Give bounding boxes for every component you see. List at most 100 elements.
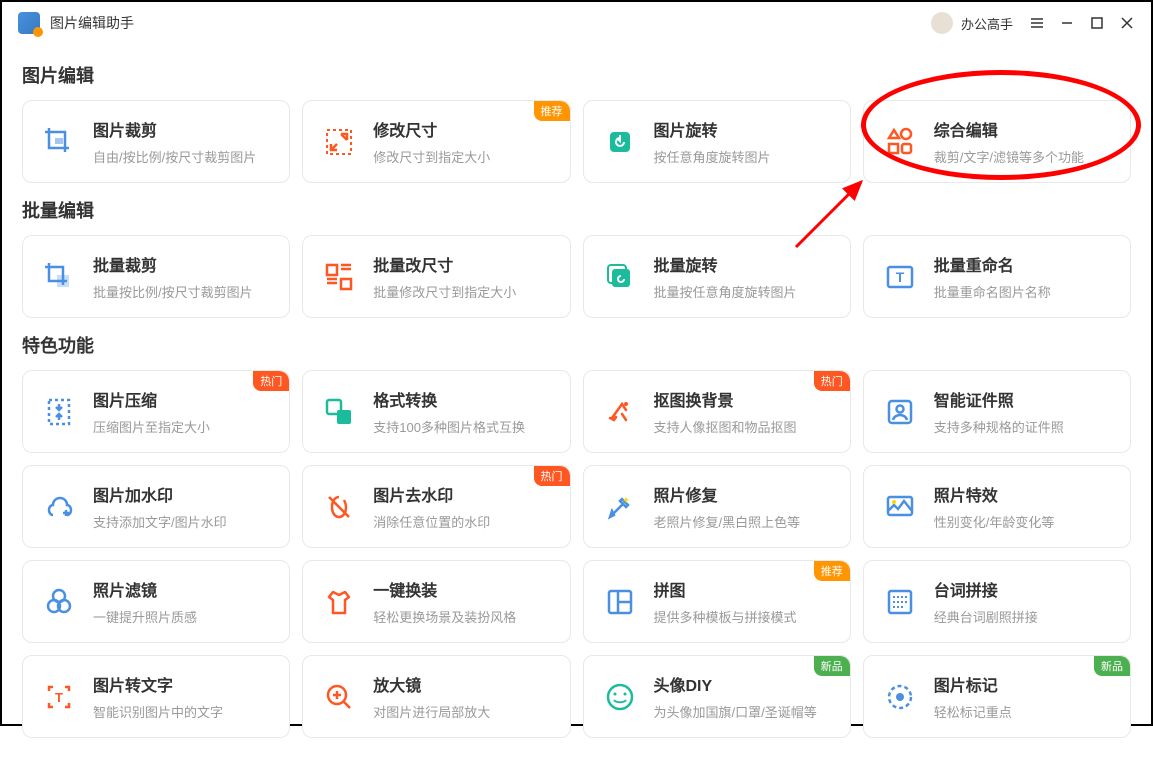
card-batch-crop[interactable]: 批量裁剪 批量按比例/按尺寸裁剪图片 — [22, 235, 290, 318]
card-title: 图片转文字 — [93, 672, 223, 696]
card-desc: 裁剪/文字/滤镜等多个功能 — [934, 147, 1084, 166]
card-title: 图片旋转 — [654, 117, 771, 141]
crop-icon — [41, 124, 77, 160]
card-desc: 老照片修复/黑白照上色等 — [654, 512, 801, 531]
card-title: 批量裁剪 — [93, 252, 253, 276]
user-section[interactable]: 办公高手 — [931, 12, 1013, 34]
close-button[interactable] — [1119, 15, 1135, 31]
badge-recommend: 推荐 — [534, 101, 570, 121]
card-title: 图片去水印 — [373, 482, 490, 506]
card-title: 批量改尺寸 — [373, 252, 516, 276]
card-dialogue[interactable]: 台词拼接 经典台词剧照拼接 — [863, 560, 1131, 643]
card-title: 修改尺寸 — [373, 117, 490, 141]
card-desc: 智能识别图片中的文字 — [93, 702, 223, 721]
card-desc: 性别变化/年龄变化等 — [934, 512, 1055, 531]
svg-text:T: T — [55, 690, 63, 705]
card-desc: 按任意角度旋转图片 — [654, 147, 771, 166]
card-title: 图片裁剪 — [93, 117, 256, 141]
card-comprehensive[interactable]: 综合编辑 裁剪/文字/滤镜等多个功能 — [863, 100, 1131, 183]
card-repair[interactable]: 照片修复 老照片修复/黑白照上色等 — [583, 465, 851, 548]
batch-crop-icon — [41, 259, 77, 295]
format-icon — [321, 394, 357, 430]
card-desc: 提供多种模板与拼接模式 — [654, 607, 797, 626]
card-add-watermark[interactable]: 图片加水印 支持添加文字/图片水印 — [22, 465, 290, 548]
menu-button[interactable] — [1029, 15, 1045, 31]
card-batch-rotate[interactable]: 批量旋转 批量按任意角度旋转图片 — [583, 235, 851, 318]
card-title: 照片修复 — [654, 482, 801, 506]
card-resize[interactable]: 推荐 修改尺寸 修改尺寸到指定大小 — [302, 100, 570, 183]
card-desc: 支持人像抠图和物品抠图 — [654, 417, 797, 436]
minimize-button[interactable] — [1059, 15, 1075, 31]
dialogue-icon — [882, 584, 918, 620]
username: 办公高手 — [961, 14, 1013, 33]
cutout-icon — [602, 394, 638, 430]
card-desc: 批量重命名图片名称 — [934, 282, 1051, 301]
card-desc: 批量按任意角度旋转图片 — [654, 282, 797, 301]
card-desc: 修改尺寸到指定大小 — [373, 147, 490, 166]
card-desc: 支持100多种图片格式互换 — [373, 417, 525, 436]
app-icon — [18, 12, 40, 34]
filter-icon — [41, 584, 77, 620]
card-crop[interactable]: 图片裁剪 自由/按比例/按尺寸裁剪图片 — [22, 100, 290, 183]
comprehensive-icon — [882, 124, 918, 160]
card-filter[interactable]: 照片滤镜 一键提升照片质感 — [22, 560, 290, 643]
card-desc: 经典台词剧照拼接 — [934, 607, 1038, 626]
card-title: 格式转换 — [373, 387, 525, 411]
batch-resize-icon — [321, 259, 357, 295]
card-title: 图片标记 — [934, 672, 1012, 696]
card-title: 智能证件照 — [934, 387, 1064, 411]
ocr-icon: T — [41, 679, 77, 715]
card-rotate[interactable]: 图片旋转 按任意角度旋转图片 — [583, 100, 851, 183]
card-desc: 轻松更换场景及装扮风格 — [373, 607, 516, 626]
card-title: 放大镜 — [373, 672, 490, 696]
card-desc: 消除任意位置的水印 — [373, 512, 490, 531]
window-controls — [1029, 15, 1135, 31]
card-title: 抠图换背景 — [654, 387, 797, 411]
card-id-photo[interactable]: 智能证件照 支持多种规格的证件照 — [863, 370, 1131, 453]
card-effect[interactable]: 照片特效 性别变化/年龄变化等 — [863, 465, 1131, 548]
card-desc: 为头像加国旗/口罩/圣诞帽等 — [654, 702, 817, 721]
card-format[interactable]: 格式转换 支持100多种图片格式互换 — [302, 370, 570, 453]
avatar — [931, 12, 953, 34]
card-batch-resize[interactable]: 批量改尺寸 批量修改尺寸到指定大小 — [302, 235, 570, 318]
card-title: 一键换装 — [373, 577, 516, 601]
remove-watermark-icon — [321, 489, 357, 525]
special-grid: 热门 图片压缩 压缩图片至指定大小 格式转换 支持100多种图片格式互换 热门 — [22, 370, 1131, 738]
effect-icon — [882, 489, 918, 525]
badge-recommend: 推荐 — [814, 561, 850, 581]
badge-hot: 热门 — [253, 371, 289, 391]
card-collage[interactable]: 推荐 拼图 提供多种模板与拼接模式 — [583, 560, 851, 643]
card-remove-watermark[interactable]: 热门 图片去水印 消除任意位置的水印 — [302, 465, 570, 548]
section-special-title: 特色功能 — [22, 332, 1131, 358]
card-desc: 支持添加文字/图片水印 — [93, 512, 227, 531]
batch-grid: 批量裁剪 批量按比例/按尺寸裁剪图片 批量改尺寸 批量修改尺寸到指定大小 批量旋… — [22, 235, 1131, 318]
card-batch-rename[interactable]: T 批量重命名 批量重命名图片名称 — [863, 235, 1131, 318]
resize-icon — [321, 124, 357, 160]
card-title: 图片加水印 — [93, 482, 227, 506]
add-watermark-icon — [41, 489, 77, 525]
outfit-icon — [321, 584, 357, 620]
magnify-icon — [321, 679, 357, 715]
card-desc: 压缩图片至指定大小 — [93, 417, 210, 436]
titlebar-left: 图片编辑助手 — [18, 12, 134, 34]
badge-new: 新品 — [1094, 656, 1130, 676]
card-compress[interactable]: 热门 图片压缩 压缩图片至指定大小 — [22, 370, 290, 453]
section-edit-title: 图片编辑 — [22, 62, 1131, 88]
card-cutout[interactable]: 热门 抠图换背景 支持人像抠图和物品抠图 — [583, 370, 851, 453]
repair-icon — [602, 489, 638, 525]
content: 图片编辑 图片裁剪 自由/按比例/按尺寸裁剪图片 推荐 修改尺寸 修改尺寸到指定… — [2, 44, 1151, 758]
badge-hot: 热门 — [534, 466, 570, 486]
batch-rename-icon: T — [882, 259, 918, 295]
card-desc: 轻松标记重点 — [934, 702, 1012, 721]
edit-grid: 图片裁剪 自由/按比例/按尺寸裁剪图片 推荐 修改尺寸 修改尺寸到指定大小 图片… — [22, 100, 1131, 183]
batch-rotate-icon — [602, 259, 638, 295]
titlebar: 图片编辑助手 办公高手 — [2, 2, 1151, 44]
card-title: 台词拼接 — [934, 577, 1038, 601]
card-desc: 批量修改尺寸到指定大小 — [373, 282, 516, 301]
card-outfit[interactable]: 一键换装 轻松更换场景及装扮风格 — [302, 560, 570, 643]
card-desc: 批量按比例/按尺寸裁剪图片 — [93, 282, 253, 301]
section-batch-title: 批量编辑 — [22, 197, 1131, 223]
maximize-button[interactable] — [1089, 15, 1105, 31]
compress-icon — [41, 394, 77, 430]
card-title: 照片特效 — [934, 482, 1055, 506]
